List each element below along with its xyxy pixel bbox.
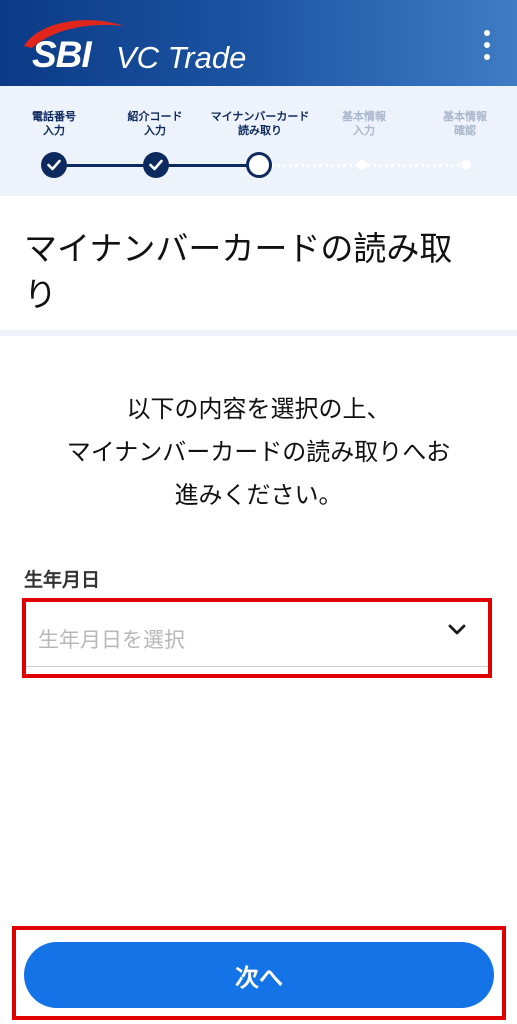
step-label-line2: 確認 xyxy=(454,124,476,137)
step-future-dot xyxy=(461,160,471,170)
chevron-down-icon xyxy=(448,624,466,635)
select-underline xyxy=(26,666,488,667)
instruction-line2: マイナンバーカードの読み取りへお xyxy=(66,438,451,466)
step-label-line1: 紹介コード xyxy=(127,110,183,123)
page-title: マイナンバーカードの読み取 り xyxy=(24,226,494,318)
birthdate-label: 生年月日 xyxy=(24,569,101,591)
progress-track-remaining xyxy=(272,164,466,167)
step-label-line2: 入力 xyxy=(144,124,166,137)
instruction-line1: 以下の内容を選択の上、 xyxy=(126,395,391,423)
step-future-dot xyxy=(357,160,367,170)
kebab-menu-icon[interactable] xyxy=(479,30,495,60)
step-label-mynumber: マイナンバーカード 読み取り xyxy=(200,110,320,138)
section-divider xyxy=(0,330,517,336)
sbi-vc-trade-logo: SBI VC Trade xyxy=(20,16,260,76)
step-label-line1: 基本情報 xyxy=(443,110,487,123)
page-title-line1: マイナンバーカードの読み取 xyxy=(24,229,453,268)
step-complete-check-icon xyxy=(143,152,169,178)
logo-sbi-text: SBI xyxy=(32,34,92,75)
step-label-line1: マイナンバーカード xyxy=(210,110,310,123)
app-header: SBI VC Trade xyxy=(0,0,517,86)
birthdate-placeholder: 生年月日を選択 xyxy=(38,628,185,652)
next-button[interactable]: 次へ xyxy=(24,942,494,1008)
progress-stepper: 電話番号 入力 紹介コード 入力 マイナンバーカード 読み取り 基本情報 入力 … xyxy=(0,86,517,196)
logo-vc-trade-text: VC Trade xyxy=(116,40,247,75)
step-label-referral: 紹介コード 入力 xyxy=(95,110,215,138)
page-title-line2: り xyxy=(24,275,57,314)
instruction-line3: 進みください。 xyxy=(174,481,343,509)
instruction-text: 以下の内容を選択の上、 マイナンバーカードの読み取りへお 進みください。 xyxy=(0,388,517,517)
step-label-line2: 読み取り xyxy=(238,124,282,137)
next-button-highlight: 次へ xyxy=(12,926,506,1020)
step-complete-check-icon xyxy=(41,152,67,178)
step-label-basic-confirm: 基本情報 確認 xyxy=(405,110,517,138)
birthdate-select[interactable]: 生年月日を選択 xyxy=(22,598,492,678)
step-current-indicator xyxy=(246,152,272,178)
